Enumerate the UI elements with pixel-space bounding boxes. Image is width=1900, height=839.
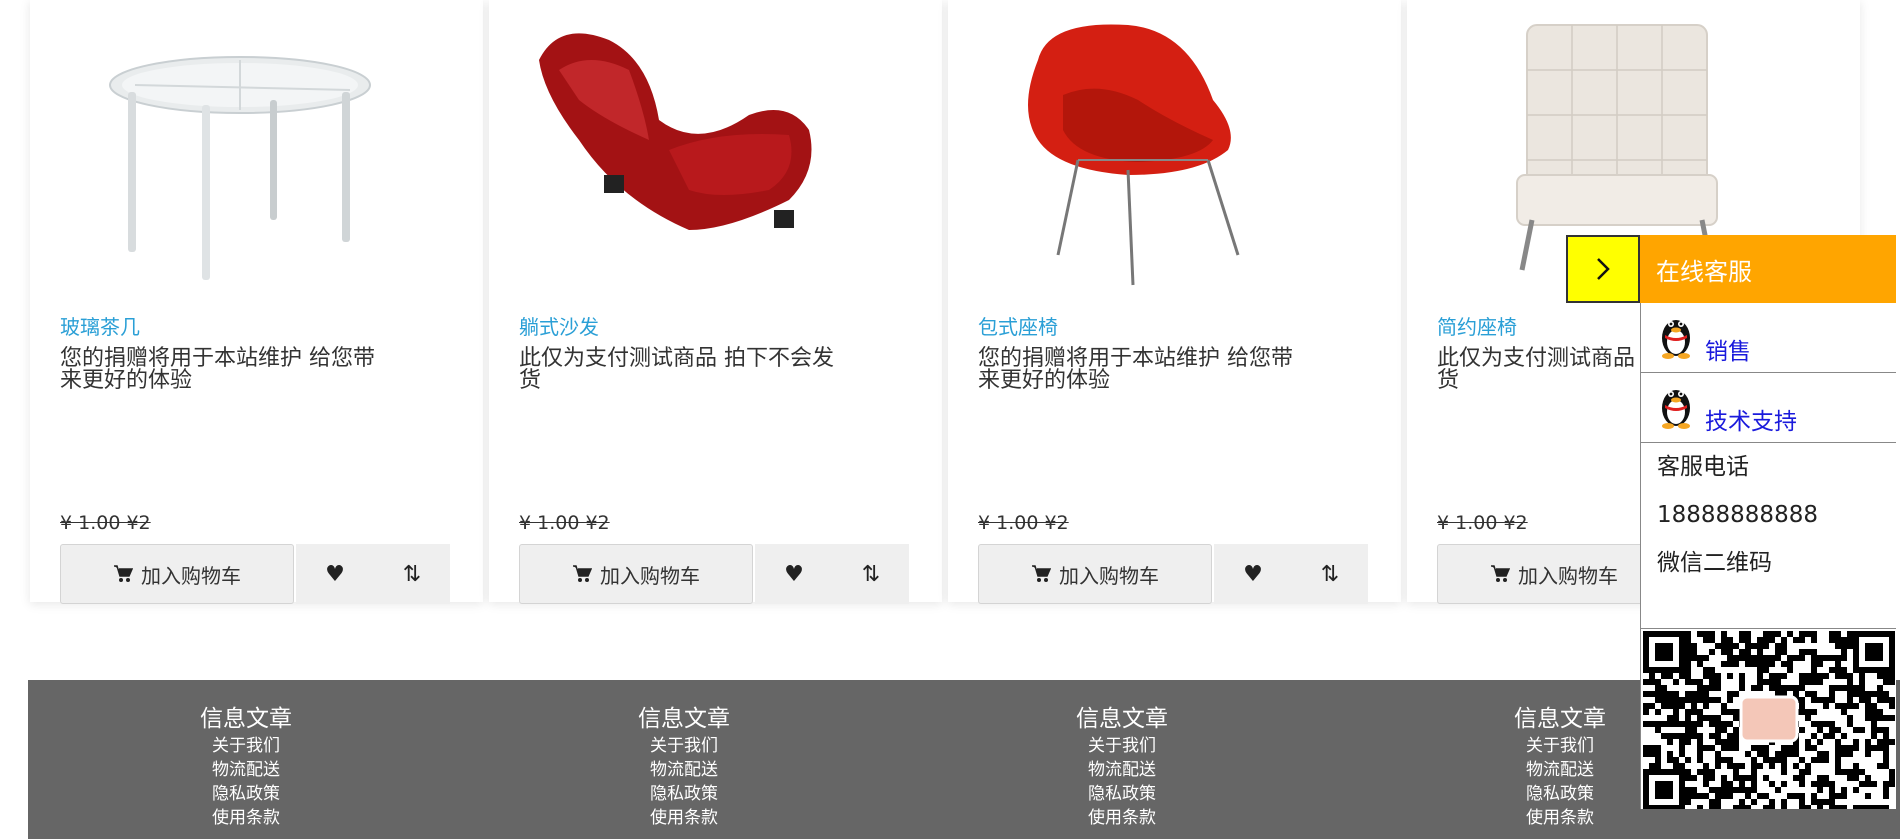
product-card: 包式座椅 您的捐赠将用于本站维护 给您带来更好的体验 ¥ 1.00 ¥2 加入购… — [948, 0, 1401, 604]
cs-contact-tech-support-label: 技术支持 — [1705, 409, 1797, 435]
qq-penguin-icon — [1662, 319, 1690, 359]
product-price: ¥ 1.00 ¥2 — [1437, 512, 1528, 534]
shopping-cart-icon — [1032, 565, 1051, 582]
glass-table-illustration — [109, 56, 371, 280]
cs-phone-number: 18888888888 — [1657, 502, 1818, 528]
customer-service-title: 在线客服 — [1640, 235, 1896, 303]
favorite-button[interactable]: ♥ — [755, 544, 833, 604]
footer-link-privacy[interactable]: 隐私政策 — [584, 782, 784, 806]
compare-arrows-icon: ⇅ — [861, 561, 881, 587]
womb-chair-illustration — [1028, 24, 1240, 286]
product-description: 您的捐赠将用于本站维护 给您带来更好的体验 — [60, 346, 375, 393]
add-to-cart-button[interactable]: 加入购物车 — [519, 544, 753, 604]
customer-service-toggle-button[interactable] — [1566, 235, 1640, 303]
wechat-qr-code — [1640, 629, 1896, 809]
product-category-link[interactable]: 简约座椅 — [1437, 311, 1517, 340]
cs-contact-tech-support[interactable]: 技术支持 — [1640, 373, 1896, 443]
add-to-cart-label: 加入购物车 — [1518, 563, 1618, 588]
product-price: ¥ 1.00 ¥2 — [978, 512, 1069, 534]
footer-link-privacy[interactable]: 隐私政策 — [146, 782, 346, 806]
product-card: 躺式沙发 此仅为支付测试商品 拍下不会发货 ¥ 1.00 ¥2 加入购物车 ♥ … — [489, 0, 942, 604]
compare-arrows-icon: ⇅ — [1320, 561, 1340, 587]
shopping-cart-icon — [573, 565, 592, 582]
footer-link-about[interactable]: 关于我们 — [1022, 734, 1222, 758]
footer-link-terms[interactable]: 使用条款 — [146, 806, 346, 830]
customer-service-panel: 在线客服 销售 技术支持 客服电话 18888888888 微信二维码 — [1640, 235, 1896, 809]
shopping-cart-icon — [1491, 565, 1510, 582]
footer-link-shipping[interactable]: 物流配送 — [146, 758, 346, 782]
compare-button[interactable]: ⇅ — [833, 544, 909, 604]
footer-link-terms[interactable]: 使用条款 — [1460, 806, 1660, 830]
footer-column-title: 信息文章 — [1514, 706, 1606, 732]
footer-link-privacy[interactable]: 隐私政策 — [1022, 782, 1222, 806]
footer-link-shipping[interactable]: 物流配送 — [584, 758, 784, 782]
compare-button[interactable]: ⇅ — [374, 544, 450, 604]
footer-link-about[interactable]: 关于我们 — [1460, 734, 1660, 758]
add-to-cart-label: 加入购物车 — [141, 563, 241, 588]
product-description: 您的捐赠将用于本站维护 给您带来更好的体验 — [978, 346, 1293, 393]
add-to-cart-button[interactable]: 加入购物车 — [60, 544, 294, 604]
favorite-button[interactable]: ♥ — [296, 544, 374, 604]
product-image[interactable] — [60, 0, 420, 300]
footer-link-about[interactable]: 关于我们 — [146, 734, 346, 758]
product-category-link[interactable]: 玻璃茶几 — [60, 311, 140, 340]
product-category-link[interactable]: 躺式沙发 — [519, 311, 599, 340]
add-to-cart-button[interactable]: 加入购物车 — [1437, 544, 1671, 604]
page: 玻璃茶几 您的捐赠将用于本站维护 给您带来更好的体验 ¥ 1.00 ¥2 加入购… — [0, 0, 1900, 839]
product-image[interactable] — [978, 0, 1338, 300]
cs-phone-label: 客服电话 — [1657, 454, 1749, 480]
compare-arrows-icon: ⇅ — [402, 561, 422, 587]
footer-column-title: 信息文章 — [638, 706, 730, 732]
add-to-cart-button[interactable]: 加入购物车 — [978, 544, 1212, 604]
cs-wechat-label: 微信二维码 — [1657, 550, 1772, 576]
footer-link-shipping[interactable]: 物流配送 — [1022, 758, 1222, 782]
qq-penguin-icon — [1662, 389, 1690, 429]
heart-icon: ♥ — [784, 561, 804, 587]
footer-column: 信息文章 关于我们 物流配送 隐私政策 使用条款 — [584, 704, 784, 830]
footer-column: 信息文章 关于我们 物流配送 隐私政策 使用条款 — [1460, 704, 1660, 830]
cs-contact-sales[interactable]: 销售 — [1640, 303, 1896, 373]
heart-icon: ♥ — [325, 561, 345, 587]
footer-link-terms[interactable]: 使用条款 — [1022, 806, 1222, 830]
cs-info-block: 客服电话 18888888888 微信二维码 — [1640, 443, 1896, 629]
site-footer: 信息文章 关于我们 物流配送 隐私政策 使用条款 信息文章 关于我们 物流配送 … — [28, 680, 1900, 839]
product-category-link[interactable]: 包式座椅 — [978, 311, 1058, 340]
product-card: 玻璃茶几 您的捐赠将用于本站维护 给您带来更好的体验 ¥ 1.00 ¥2 加入购… — [30, 0, 483, 604]
compare-button[interactable]: ⇅ — [1292, 544, 1368, 604]
footer-column: 信息文章 关于我们 物流配送 隐私政策 使用条款 — [146, 704, 346, 830]
favorite-button[interactable]: ♥ — [1214, 544, 1292, 604]
qr-code-image — [1643, 631, 1895, 809]
product-description: 此仅为支付测试商品 拍下不会发货 — [519, 346, 834, 393]
heart-icon: ♥ — [1243, 561, 1263, 587]
product-price: ¥ 1.00 ¥2 — [60, 512, 151, 534]
chevron-right-icon — [1597, 258, 1610, 280]
add-to-cart-label: 加入购物车 — [1059, 563, 1159, 588]
footer-link-shipping[interactable]: 物流配送 — [1460, 758, 1660, 782]
footer-link-about[interactable]: 关于我们 — [584, 734, 784, 758]
footer-column-title: 信息文章 — [1076, 706, 1168, 732]
add-to-cart-label: 加入购物车 — [600, 563, 700, 588]
footer-column: 信息文章 关于我们 物流配送 隐私政策 使用条款 — [1022, 704, 1222, 830]
product-price: ¥ 1.00 ¥2 — [519, 512, 610, 534]
cs-contact-sales-label: 销售 — [1705, 339, 1751, 365]
footer-link-terms[interactable]: 使用条款 — [584, 806, 784, 830]
product-image[interactable] — [519, 0, 879, 300]
footer-link-privacy[interactable]: 隐私政策 — [1460, 782, 1660, 806]
footer-column-title: 信息文章 — [200, 706, 292, 732]
chaise-lounge-illustration — [539, 33, 812, 231]
shopping-cart-icon — [114, 565, 133, 582]
